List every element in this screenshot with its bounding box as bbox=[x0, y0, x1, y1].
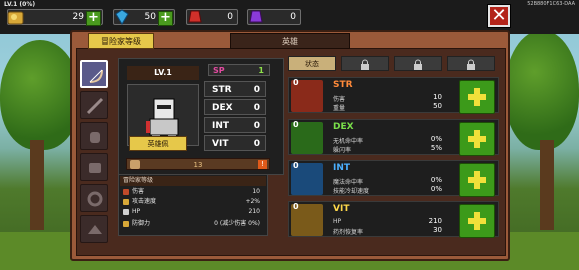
background-tree bbox=[0, 40, 80, 150]
player-code: 52B880F1C63-DAA bbox=[527, 1, 575, 7]
purple-crystal-counter: 0 bbox=[247, 9, 301, 25]
tab-locked[interactable] bbox=[341, 56, 389, 71]
stat-vit: VIT 0 bbox=[204, 135, 266, 151]
sp-value: 1 bbox=[258, 66, 264, 75]
tab-adventurer-level[interactable]: 冒险家等级 bbox=[88, 33, 154, 49]
glove-icon bbox=[90, 132, 100, 143]
sword-icon bbox=[86, 97, 104, 115]
lock-icon bbox=[361, 59, 369, 70]
purple-crystal-icon bbox=[246, 8, 266, 27]
tab-hero[interactable]: 英雄 bbox=[230, 33, 350, 49]
purple-crystal-value: 0 bbox=[290, 12, 296, 22]
tab-locked[interactable] bbox=[394, 56, 442, 71]
background-tree bbox=[505, 30, 579, 150]
gem-icon bbox=[112, 8, 132, 27]
background-tree-trunk bbox=[540, 140, 554, 230]
sidebar-item-bow[interactable] bbox=[80, 60, 108, 88]
gold-icon bbox=[6, 8, 26, 27]
background-tree-trunk bbox=[30, 140, 44, 230]
red-crystal-counter: 0 bbox=[186, 9, 238, 25]
skill-points: SP 1 bbox=[208, 64, 270, 76]
lock-icon bbox=[414, 59, 422, 70]
stat-dex: DEX 0 bbox=[204, 99, 266, 115]
hero-class-button[interactable]: 英雄佩 bbox=[129, 136, 187, 151]
gem-value: 50 bbox=[144, 12, 156, 22]
stat-card-dex: 0 DEX 无机命中率 0% 躲闪率 5% bbox=[288, 119, 499, 156]
tab-status[interactable]: 状态 bbox=[288, 56, 336, 71]
stat-card-int: 0 INT 魔法命中率 0% 技能冷却速度 0% bbox=[288, 160, 499, 197]
add-int-button[interactable] bbox=[459, 163, 495, 197]
sidebar-item-glove[interactable] bbox=[80, 122, 108, 150]
red-crystal-value: 0 bbox=[227, 12, 233, 22]
red-crystal-icon bbox=[185, 8, 205, 27]
add-dex-button[interactable] bbox=[459, 122, 495, 156]
hero-gold-count: 13 bbox=[193, 161, 203, 169]
alert-icon[interactable]: ! bbox=[258, 160, 267, 169]
lock-icon bbox=[467, 59, 475, 70]
gem-counter: 50 + bbox=[112, 8, 175, 27]
speed-icon bbox=[123, 199, 129, 205]
stat-card-vit: 0 VIT HP 210 药剂恢复率 30 bbox=[288, 201, 499, 238]
shield-icon bbox=[123, 221, 129, 227]
stat-card-str: 0 STR 伤害 10 重量 50 bbox=[288, 77, 499, 114]
hero-level: LV.1 bbox=[127, 66, 199, 80]
gold-counter: 29 + bbox=[6, 8, 103, 27]
gold-bag-icon bbox=[130, 160, 140, 169]
pet-icon bbox=[88, 225, 102, 234]
gold-value: 29 bbox=[72, 12, 84, 22]
stat-str: STR 0 bbox=[204, 81, 266, 97]
ring-icon bbox=[87, 191, 103, 207]
tab-locked[interactable] bbox=[447, 56, 495, 71]
add-vit-button[interactable] bbox=[459, 204, 495, 238]
player-level: LV.1 (0%) bbox=[4, 1, 36, 8]
heart-icon bbox=[123, 209, 129, 215]
armor-icon bbox=[89, 163, 101, 173]
sidebar-item-sword[interactable] bbox=[80, 91, 108, 119]
info-row: 攻击速度 +2% bbox=[120, 197, 262, 206]
sword-icon bbox=[123, 189, 129, 195]
close-button[interactable]: ✕ bbox=[488, 5, 510, 27]
sidebar-item-ring[interactable] bbox=[80, 184, 108, 212]
gem-add-button[interactable]: + bbox=[158, 11, 173, 26]
hero-gold-bar: 13 ! bbox=[126, 158, 270, 170]
sidebar-item-armor[interactable] bbox=[80, 153, 108, 181]
bow-icon bbox=[89, 69, 103, 83]
add-str-button[interactable] bbox=[459, 80, 495, 114]
info-row: HP 210 bbox=[120, 207, 262, 216]
info-row: 伤害 10 bbox=[120, 187, 262, 196]
info-header: 冒险家等级 bbox=[120, 176, 266, 186]
stat-int: INT 0 bbox=[204, 117, 266, 133]
gold-add-button[interactable]: + bbox=[86, 11, 101, 26]
sidebar-item-pet[interactable] bbox=[80, 215, 108, 243]
sp-label: SP bbox=[213, 66, 225, 75]
info-row: 防御力 0 (减少伤害 0%) bbox=[120, 219, 262, 228]
